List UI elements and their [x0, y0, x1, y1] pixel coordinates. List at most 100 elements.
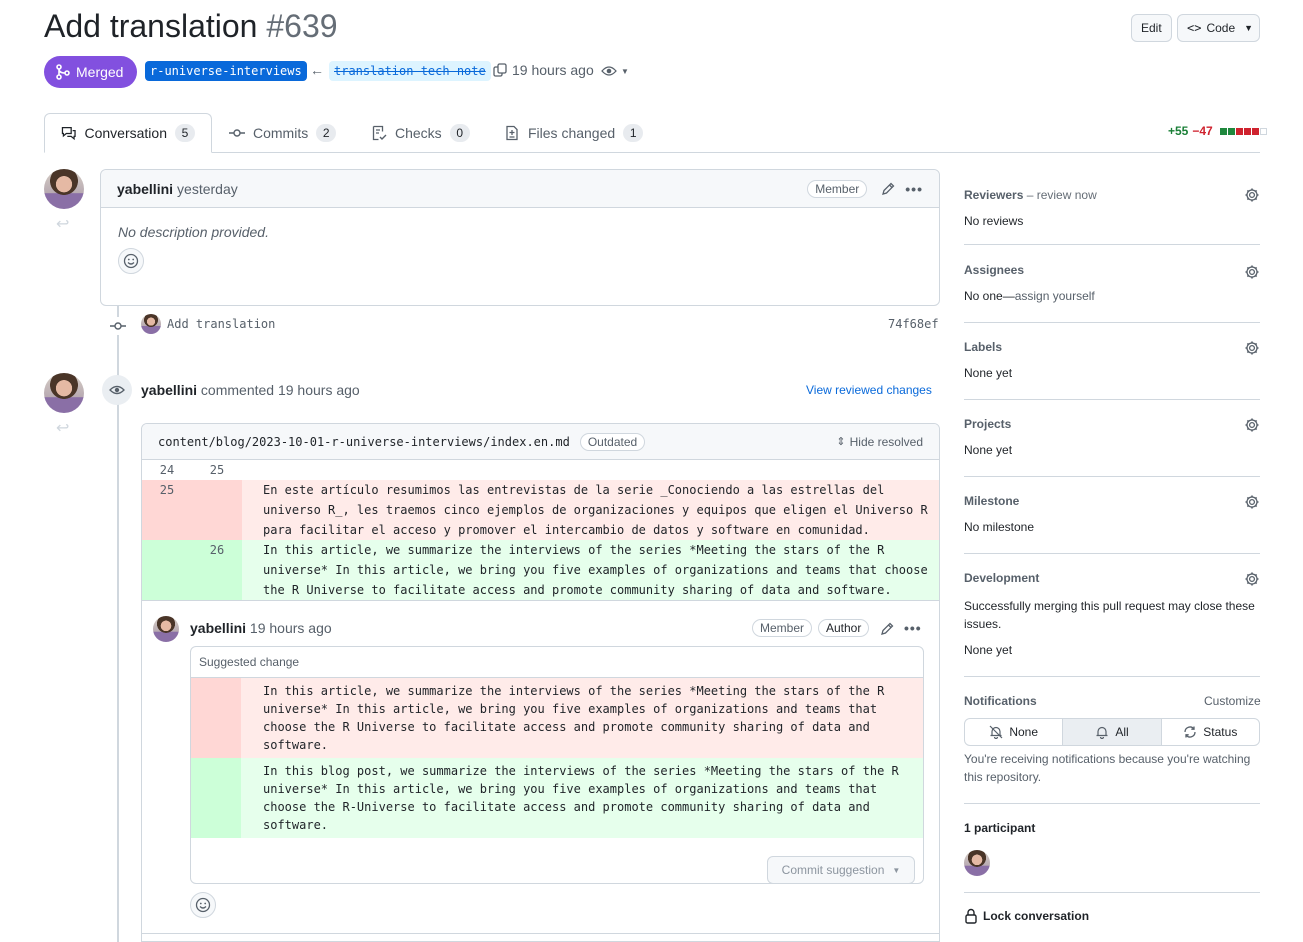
git-commit-icon — [229, 129, 245, 137]
caret-down-icon: ▼ — [1244, 23, 1254, 33]
kebab-menu-icon[interactable]: ••• — [905, 181, 923, 197]
view-reviewed-changes-link[interactable]: View reviewed changes — [806, 383, 932, 397]
file-path[interactable]: content/blog/2023-10-01-r-universe-inter… — [158, 435, 570, 449]
labels-title[interactable]: Labels — [964, 340, 1260, 354]
outdated-badge: Outdated — [579, 432, 646, 451]
notification-buttons: None All Status — [964, 718, 1260, 746]
review-action: commented 19 hours ago — [200, 382, 360, 398]
pencil-icon[interactable] — [881, 182, 895, 196]
commit-node — [109, 317, 127, 335]
kebab-menu-icon[interactable]: ••• — [904, 620, 922, 636]
avatar[interactable] — [153, 616, 179, 642]
gear-icon[interactable] — [1244, 264, 1260, 280]
gear-icon[interactable] — [1244, 187, 1260, 203]
add-reaction-button[interactable] — [190, 892, 216, 918]
checklist-icon — [372, 125, 387, 141]
projects-value: None yet — [964, 443, 1013, 457]
file-diff-icon — [506, 125, 518, 141]
development-value: None yet — [964, 643, 1013, 657]
author-badge: Author — [818, 619, 870, 637]
copy-icon[interactable] — [493, 63, 507, 77]
gear-icon[interactable] — [1244, 494, 1260, 510]
base-branch[interactable]: r-universe-interviews — [145, 61, 307, 81]
tab-checks-label: Checks — [395, 125, 442, 141]
notify-none-button[interactable]: None — [965, 719, 1064, 745]
arrow-left-icon: ← — [310, 62, 324, 78]
member-badge: Member — [752, 619, 813, 637]
commit-suggestion-button[interactable]: Commit suggestion ▼ — [767, 856, 915, 883]
edit-label: Edit — [1141, 21, 1162, 35]
comment-time[interactable]: yesterday — [177, 181, 238, 197]
gear-icon[interactable] — [1244, 417, 1260, 433]
gear-icon[interactable] — [1244, 571, 1260, 587]
git-merge-icon — [56, 64, 70, 80]
avatar[interactable] — [44, 169, 84, 209]
lock-icon — [965, 908, 977, 924]
caret-down-icon[interactable]: ▼ — [621, 67, 629, 76]
divider — [964, 892, 1260, 893]
pr-number: #639 — [266, 8, 338, 44]
tab-conversation[interactable]: Conversation 5 — [44, 113, 212, 153]
hide-resolved-button[interactable]: ⇕ Hide resolved — [836, 435, 923, 449]
deletions-count: −47 — [1192, 124, 1213, 138]
code-button[interactable]: <> Code ▼ — [1177, 14, 1260, 42]
code-icon: <> — [1187, 21, 1202, 35]
tab-commits-label: Commits — [253, 125, 309, 141]
member-badge: Member — [807, 179, 868, 198]
review-thread: content/blog/2023-10-01-r-universe-inter… — [141, 423, 940, 942]
avatar[interactable] — [44, 373, 84, 413]
labels-value: None yet — [964, 366, 1013, 380]
development-description: Successfully merging this pull request m… — [964, 599, 1255, 631]
milestone-title[interactable]: Milestone — [964, 494, 1260, 508]
pencil-icon[interactable] — [880, 622, 894, 636]
commit-message[interactable]: Add translation — [167, 317, 275, 331]
tab-files-changed-count: 1 — [623, 124, 644, 142]
reviewers-title[interactable]: Reviewers — [964, 188, 1023, 202]
customize-link[interactable]: Customize — [1204, 694, 1261, 708]
line-number: 24 — [159, 463, 175, 477]
reply-author[interactable]: yabellini — [190, 620, 246, 636]
assignees-value: No one— — [964, 289, 1015, 303]
suggestion-added-row: In this blog post, we summarize the inte… — [191, 758, 923, 838]
sidebar-development: Development Successfully merging this pu… — [964, 565, 1260, 677]
suggested-change-label: Suggested change — [191, 647, 923, 678]
tab-conversation-label: Conversation — [84, 125, 168, 141]
projects-title[interactable]: Projects — [964, 417, 1260, 431]
notify-status-button[interactable]: Status — [1162, 719, 1259, 745]
development-title[interactable]: Development — [964, 571, 1260, 585]
lock-conversation-button[interactable]: Lock conversation — [964, 908, 1089, 924]
head-branch[interactable]: translation-tech-note — [329, 61, 491, 81]
review-author[interactable]: yabellini — [141, 382, 197, 398]
comment-discussion-icon — [61, 127, 76, 141]
merged-status-badge: Merged — [44, 56, 137, 88]
reply-time[interactable]: 19 hours ago — [250, 620, 332, 636]
avatar[interactable] — [141, 314, 161, 334]
sidebar-assignees: Assignees No one—assign yourself — [964, 257, 1260, 323]
tab-checks[interactable]: Checks 0 — [355, 113, 486, 153]
tab-conversation-count: 5 — [175, 124, 195, 142]
add-reaction-button[interactable] — [118, 248, 144, 274]
sidebar-labels: Labels None yet — [964, 334, 1260, 400]
gear-icon[interactable] — [1244, 340, 1260, 356]
assign-yourself-link[interactable]: assign yourself — [1015, 289, 1095, 303]
notifications-title: Notifications — [964, 694, 1037, 708]
reply-header: yabellini 19 hours ago — [190, 620, 332, 636]
code-label: Code — [1206, 21, 1236, 35]
comment-author[interactable]: yabellini — [117, 181, 173, 197]
notify-all-button[interactable]: All — [1063, 719, 1162, 745]
commit-sha[interactable]: 74f68ef — [888, 317, 939, 331]
pr-description-comment: yabellini yesterday Member ••• No descri… — [100, 169, 940, 306]
pr-title: Add translation #639 — [44, 6, 338, 46]
eye-icon[interactable] — [601, 64, 617, 78]
tab-commits[interactable]: Commits 2 — [213, 113, 352, 153]
notifications-description: You're receiving notifications because y… — [964, 752, 1251, 784]
tab-files-changed-label: Files changed — [528, 125, 616, 141]
diffstat: +55 −47 — [1168, 124, 1267, 138]
assignees-title[interactable]: Assignees — [964, 263, 1260, 277]
edit-button[interactable]: Edit — [1131, 14, 1172, 42]
line-number: 25 — [209, 463, 225, 477]
notify-status-label: Status — [1203, 725, 1238, 739]
tab-files-changed[interactable]: Files changed 1 — [488, 113, 659, 153]
participant-avatar[interactable] — [964, 850, 990, 876]
suggestion-new-text: In this blog post, we summarize the inte… — [263, 764, 906, 832]
